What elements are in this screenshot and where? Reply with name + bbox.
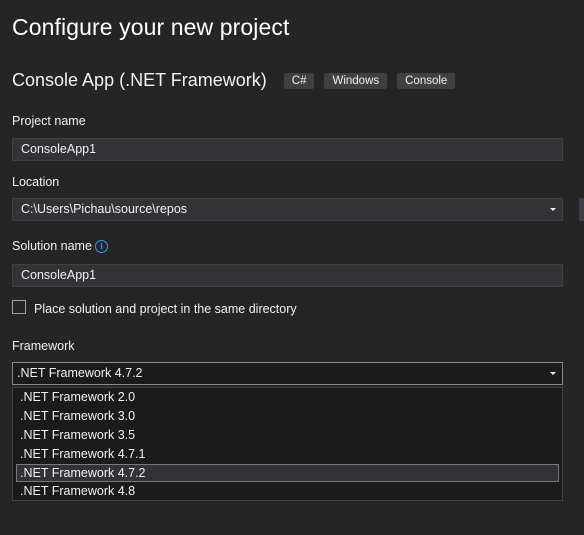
solution-name-label: Solution name [12, 239, 92, 253]
template-name: Console App (.NET Framework) [12, 70, 267, 90]
framework-option[interactable]: .NET Framework 2.0 [16, 389, 559, 407]
framework-label: Framework [12, 339, 75, 353]
project-name-label: Project name [12, 114, 86, 128]
location-value: C:\Users\Pichau\source\repos [21, 202, 188, 216]
tag-platform: Windows [324, 72, 388, 89]
same-directory-checkbox[interactable] [12, 300, 26, 314]
configure-project-page: Configure your new project Console App (… [0, 0, 584, 535]
page-title: Configure your new project [12, 14, 290, 40]
framework-selected-value: .NET Framework 4.7.2 [17, 366, 143, 380]
framework-option[interactable]: .NET Framework 4.7.1 [16, 446, 559, 464]
project-name-input[interactable]: ConsoleApp1 [12, 138, 563, 161]
location-combobox[interactable]: C:\Users\Pichau\source\repos [12, 198, 563, 221]
tag-project-type: Console [397, 72, 456, 89]
framework-option[interactable]: .NET Framework 4.8 [16, 483, 559, 501]
browse-button[interactable] [579, 198, 584, 221]
location-label: Location [12, 175, 60, 189]
info-icon[interactable]: i [95, 240, 108, 253]
framework-option[interactable]: .NET Framework 3.5 [16, 427, 559, 445]
template-header: Console App (.NET Framework) C# Windows … [12, 70, 465, 91]
framework-option-selected[interactable]: .NET Framework 4.7.2 [16, 464, 559, 482]
chevron-down-icon[interactable] [550, 208, 556, 211]
same-directory-label[interactable]: Place solution and project in the same d… [34, 302, 297, 316]
framework-option[interactable]: .NET Framework 3.0 [16, 408, 559, 426]
framework-dropdown-list: .NET Framework 2.0 .NET Framework 3.0 .N… [12, 387, 563, 501]
framework-combobox[interactable]: .NET Framework 4.7.2 [12, 362, 563, 385]
tag-language: C# [283, 72, 315, 89]
chevron-down-icon[interactable] [550, 372, 556, 375]
solution-name-input[interactable]: ConsoleApp1 [12, 264, 563, 287]
